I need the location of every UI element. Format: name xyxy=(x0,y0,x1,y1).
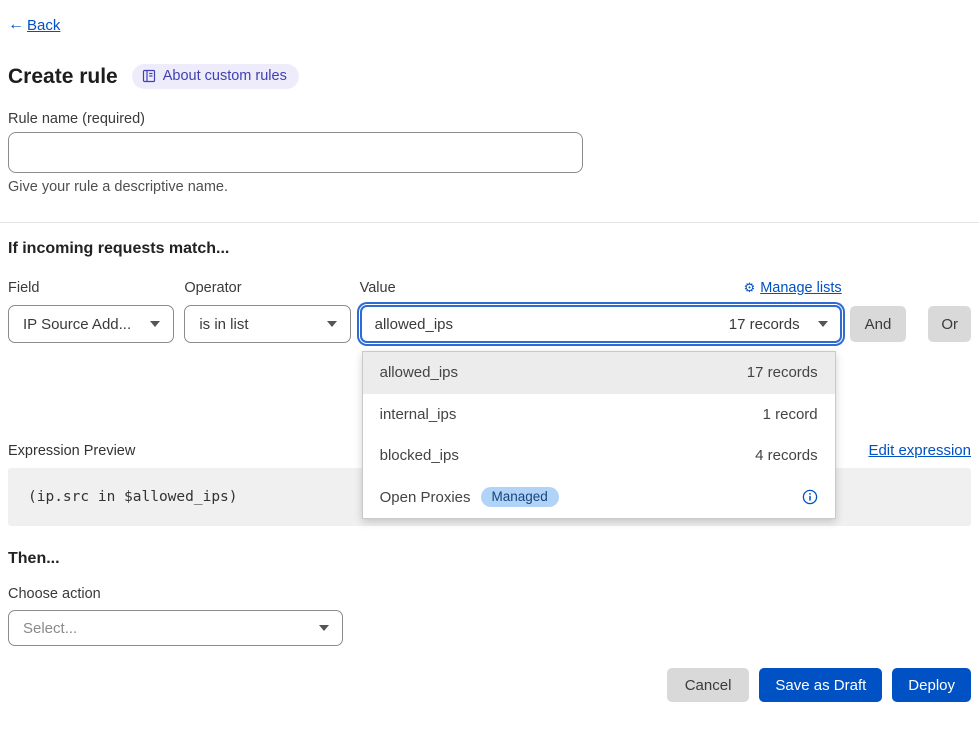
then-section-heading: Then... xyxy=(8,550,971,568)
list-option-name: internal_ips xyxy=(380,406,457,423)
list-option-name: blocked_ips xyxy=(380,447,459,464)
back-link[interactable]: ←Back xyxy=(8,16,60,34)
field-label: Field xyxy=(8,280,174,296)
create-rule-page: ←Back Create rule About custom rules Rul… xyxy=(0,0,979,702)
section-divider xyxy=(0,222,979,223)
field-select-value: IP Source Add... xyxy=(23,316,131,333)
chevron-down-icon xyxy=(327,321,337,327)
or-button[interactable]: Or xyxy=(928,306,971,342)
footer-actions: Cancel Save as Draft Deploy xyxy=(8,668,971,702)
managed-badge: Managed xyxy=(481,487,559,507)
field-select[interactable]: IP Source Add... xyxy=(8,305,174,343)
action-select-placeholder: Select... xyxy=(23,620,77,637)
deploy-button[interactable]: Deploy xyxy=(892,668,971,702)
gear-icon: ⚙ xyxy=(744,280,756,296)
rule-name-help: Give your rule a descriptive name. xyxy=(8,179,971,195)
list-option-blocked-ips[interactable]: blocked_ips 4 records xyxy=(363,435,835,477)
list-option-internal-ips[interactable]: internal_ips 1 record xyxy=(363,394,835,436)
rule-name-input[interactable] xyxy=(8,132,583,173)
value-combobox[interactable]: allowed_ips 17 records xyxy=(360,305,842,343)
manage-lists-label: Manage lists xyxy=(760,280,841,296)
choose-action-label: Choose action xyxy=(8,586,971,602)
list-option-records: 4 records xyxy=(755,447,818,464)
about-badge-label: About custom rules xyxy=(163,68,287,84)
arrow-left-icon: ← xyxy=(8,16,24,34)
book-icon xyxy=(142,69,156,83)
list-option-name: Open Proxies xyxy=(380,489,471,506)
back-link-label: Back xyxy=(27,17,60,34)
manage-lists-link[interactable]: ⚙ Manage lists xyxy=(744,280,842,296)
page-title: Create rule xyxy=(8,65,118,89)
about-custom-rules-badge[interactable]: About custom rules xyxy=(132,64,299,89)
condition-row: Field IP Source Add... Operator is in li… xyxy=(8,280,971,343)
value-records-count: 17 records xyxy=(729,316,800,333)
list-option-left: Open Proxies Managed xyxy=(380,487,559,507)
list-option-records: 17 records xyxy=(747,364,818,381)
value-label-row: Value ⚙ Manage lists xyxy=(360,280,842,296)
edit-expression-link[interactable]: Edit expression xyxy=(868,442,971,459)
value-selected: allowed_ips xyxy=(375,316,453,333)
chevron-down-icon xyxy=(150,321,160,327)
list-option-open-proxies[interactable]: Open Proxies Managed xyxy=(363,477,835,519)
title-row: Create rule About custom rules xyxy=(8,64,971,89)
operator-select-value: is in list xyxy=(199,316,248,333)
list-option-records: 1 record xyxy=(763,406,818,423)
action-select[interactable]: Select... xyxy=(8,610,343,646)
value-column: Value ⚙ Manage lists allowed_ips 17 reco… xyxy=(360,280,842,343)
match-section-heading: If incoming requests match... xyxy=(8,240,971,258)
cancel-button[interactable]: Cancel xyxy=(667,668,750,702)
list-option-allowed-ips[interactable]: allowed_ips 17 records xyxy=(363,352,835,394)
and-button[interactable]: And xyxy=(850,306,907,342)
list-option-name: allowed_ips xyxy=(380,364,458,381)
info-icon[interactable] xyxy=(802,489,818,505)
rule-name-label: Rule name (required) xyxy=(8,111,971,127)
list-dropdown-panel: allowed_ips 17 records internal_ips 1 re… xyxy=(362,351,836,519)
operator-select[interactable]: is in list xyxy=(184,305,350,343)
operator-label: Operator xyxy=(184,280,350,296)
andor-buttons: And Or xyxy=(850,306,971,342)
save-as-draft-button[interactable]: Save as Draft xyxy=(759,668,882,702)
expression-code: (ip.src in $allowed_ips) xyxy=(28,489,238,505)
chevron-down-icon xyxy=(818,321,828,327)
field-column: Field IP Source Add... xyxy=(8,280,174,343)
operator-column: Operator is in list xyxy=(184,280,350,343)
chevron-down-icon xyxy=(319,625,329,631)
expression-preview-label: Expression Preview xyxy=(8,443,135,459)
value-label: Value xyxy=(360,280,396,296)
